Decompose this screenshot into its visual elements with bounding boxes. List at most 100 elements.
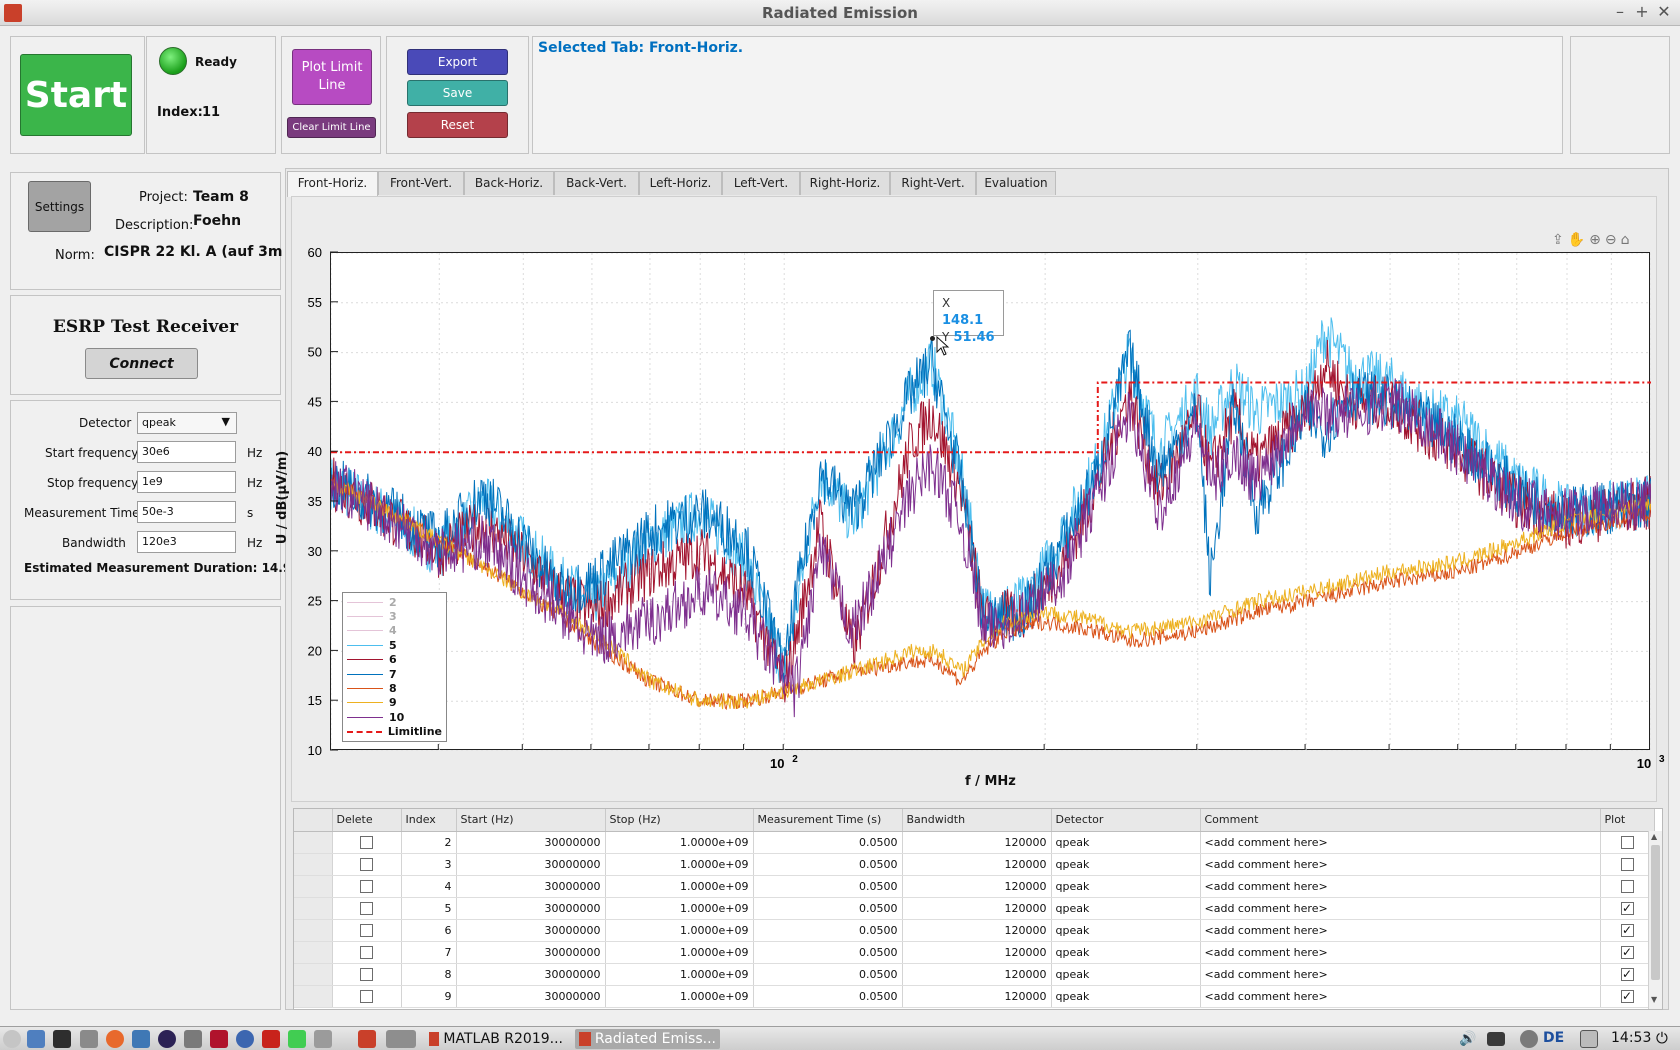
comment-cell[interactable]: <add comment here> xyxy=(1200,919,1601,942)
stop-cell[interactable]: 1.0000e+09 xyxy=(605,941,754,964)
delete-checkbox[interactable] xyxy=(360,879,373,893)
delete-checkbox[interactable] xyxy=(360,967,373,981)
pdf-icon[interactable] xyxy=(262,1030,280,1048)
bandwidth-cell[interactable]: 120000 xyxy=(902,831,1052,854)
table-header-cell[interactable]: Detector xyxy=(1051,809,1201,832)
zoom-out-icon[interactable]: ⊖ xyxy=(1605,232,1617,252)
time-cell[interactable]: 0.0500 xyxy=(753,985,903,1008)
plot-checkbox-cell[interactable]: ✓ xyxy=(1600,941,1655,964)
keyboard-layout-label[interactable]: DE xyxy=(1543,1030,1564,1046)
plot-checkbox-cell[interactable] xyxy=(1600,853,1655,876)
table-row[interactable]: 7 30000000 1.0000e+09 0.0500 120000 qpeak <add… xyxy=(294,941,1655,964)
tab-right-vert[interactable]: Right-Vert. xyxy=(890,171,976,195)
plot-checkbox-cell[interactable]: ✓ xyxy=(1600,963,1655,986)
legend-item[interactable]: 4 xyxy=(347,624,442,638)
table-scrollbar[interactable]: ▲ ▼ xyxy=(1648,831,1662,1009)
connect-button[interactable]: Connect xyxy=(85,348,198,379)
scroll-up-icon[interactable]: ▲ xyxy=(1651,832,1657,841)
row-header-cell[interactable] xyxy=(294,897,333,920)
start-cell[interactable]: 30000000 xyxy=(456,875,606,898)
plot-checkbox-cell[interactable]: ✓ xyxy=(1600,985,1655,1008)
delete-checkbox-cell[interactable] xyxy=(332,985,402,1008)
index-cell[interactable]: 9 xyxy=(401,985,457,1008)
table-row[interactable]: 2 30000000 1.0000e+09 0.0500 120000 qpeak <add… xyxy=(294,831,1655,854)
tab-back-vert[interactable]: Back-Vert. xyxy=(554,171,639,195)
table-header-cell[interactable] xyxy=(294,809,333,832)
settings-button[interactable]: Settings xyxy=(28,181,91,232)
delete-checkbox[interactable] xyxy=(360,857,373,871)
datatip[interactable]: X 148.1 Y 51.46 xyxy=(933,290,1004,345)
stop-cell[interactable]: 1.0000e+09 xyxy=(605,985,754,1008)
table-row[interactable]: 6 30000000 1.0000e+09 0.0500 120000 qpeak <add… xyxy=(294,919,1655,942)
start-cell[interactable]: 30000000 xyxy=(456,853,606,876)
system-menu-icon[interactable] xyxy=(3,1030,21,1048)
keys-icon[interactable] xyxy=(184,1030,202,1048)
maximize-button[interactable]: + xyxy=(1632,2,1652,22)
detector-cell[interactable]: qpeak xyxy=(1051,897,1201,920)
minimize-button[interactable]: – xyxy=(1610,2,1630,22)
row-header-cell[interactable] xyxy=(294,919,333,942)
index-cell[interactable]: 2 xyxy=(401,831,457,854)
plot-checkbox[interactable]: ✓ xyxy=(1620,989,1634,1003)
export-button[interactable]: Export xyxy=(407,49,508,75)
legend-item[interactable]: 5 xyxy=(347,638,442,652)
plot-limit-line-button[interactable]: Plot Limit Line xyxy=(292,49,372,105)
measurement-table[interactable]: Delete Index Start (Hz) Stop (Hz) Measuremen… xyxy=(293,808,1663,1010)
start-cell[interactable]: 30000000 xyxy=(456,963,606,986)
keyboard-layout-icon[interactable] xyxy=(1487,1032,1505,1046)
table-row[interactable]: 9 30000000 1.0000e+09 0.0500 120000 qpeak <add… xyxy=(294,985,1655,1008)
legend-item[interactable]: 7 xyxy=(347,667,442,681)
index-cell[interactable]: 3 xyxy=(401,853,457,876)
scroll-thumb[interactable] xyxy=(1651,845,1660,980)
index-cell[interactable]: 5 xyxy=(401,897,457,920)
stop-cell[interactable]: 1.0000e+09 xyxy=(605,875,754,898)
tab-evaluation[interactable]: Evaluation xyxy=(976,171,1056,195)
table-row[interactable]: 8 30000000 1.0000e+09 0.0500 120000 qpeak <add… xyxy=(294,963,1655,986)
tab-left-horiz[interactable]: Left-Horiz. xyxy=(639,171,722,195)
zoom-in-icon[interactable]: ⊕ xyxy=(1589,232,1601,252)
power-icon[interactable]: ⏻ xyxy=(1656,1029,1668,1047)
time-cell[interactable]: 0.0500 xyxy=(753,941,903,964)
time-cell[interactable]: 0.0500 xyxy=(753,963,903,986)
comment-cell[interactable]: <add comment here> xyxy=(1200,897,1601,920)
stop-cell[interactable]: 1.0000e+09 xyxy=(605,853,754,876)
comment-cell[interactable]: <add comment here> xyxy=(1200,853,1601,876)
row-header-cell[interactable] xyxy=(294,875,333,898)
detector-cell[interactable]: qpeak xyxy=(1051,941,1201,964)
table-header-cell[interactable]: Plot xyxy=(1600,809,1655,832)
home-icon[interactable]: ⌂ xyxy=(1621,232,1630,252)
stop-cell[interactable]: 1.0000e+09 xyxy=(605,919,754,942)
settings-tray-icon[interactable] xyxy=(1520,1030,1538,1048)
legend-item[interactable]: 8 xyxy=(347,681,442,695)
start-cell[interactable]: 30000000 xyxy=(456,831,606,854)
comment-cell[interactable]: <add comment here> xyxy=(1200,963,1601,986)
table-header-cell[interactable]: Bandwidth xyxy=(902,809,1052,832)
table-header-cell[interactable]: Start (Hz) xyxy=(456,809,606,832)
delete-checkbox-cell[interactable] xyxy=(332,963,402,986)
detector-select[interactable]: qpeak ▼ xyxy=(137,412,237,434)
delete-checkbox-cell[interactable] xyxy=(332,853,402,876)
delete-checkbox[interactable] xyxy=(360,989,373,1003)
bandwidth-cell[interactable]: 120000 xyxy=(902,875,1052,898)
stop-cell[interactable]: 1.0000e+09 xyxy=(605,831,754,854)
plot-checkbox-cell[interactable] xyxy=(1600,831,1655,854)
detector-cell[interactable]: qpeak xyxy=(1051,831,1201,854)
firefox-icon[interactable] xyxy=(106,1030,124,1048)
detector-cell[interactable]: qpeak xyxy=(1051,919,1201,942)
row-header-cell[interactable] xyxy=(294,963,333,986)
display-icon[interactable] xyxy=(1580,1030,1598,1048)
bandwidth-cell[interactable]: 120000 xyxy=(902,963,1052,986)
delete-checkbox-cell[interactable] xyxy=(332,941,402,964)
table-header-cell[interactable]: Index xyxy=(401,809,457,832)
stop-frequency-input[interactable]: 1e9 xyxy=(137,471,236,493)
table-header-cell[interactable]: Measurement Time (s) xyxy=(753,809,903,832)
delete-checkbox-cell[interactable] xyxy=(332,897,402,920)
plot-checkbox[interactable] xyxy=(1620,835,1634,849)
tab-front-horiz[interactable]: Front-Horiz. xyxy=(287,171,378,197)
scroll-down-icon[interactable]: ▼ xyxy=(1651,995,1657,1004)
bandwidth-input[interactable]: 120e3 xyxy=(137,531,236,553)
table-header-cell[interactable]: Stop (Hz) xyxy=(605,809,754,832)
eclipse-icon[interactable] xyxy=(158,1030,176,1048)
comment-cell[interactable]: <add comment here> xyxy=(1200,985,1601,1008)
time-cell[interactable]: 0.0500 xyxy=(753,919,903,942)
